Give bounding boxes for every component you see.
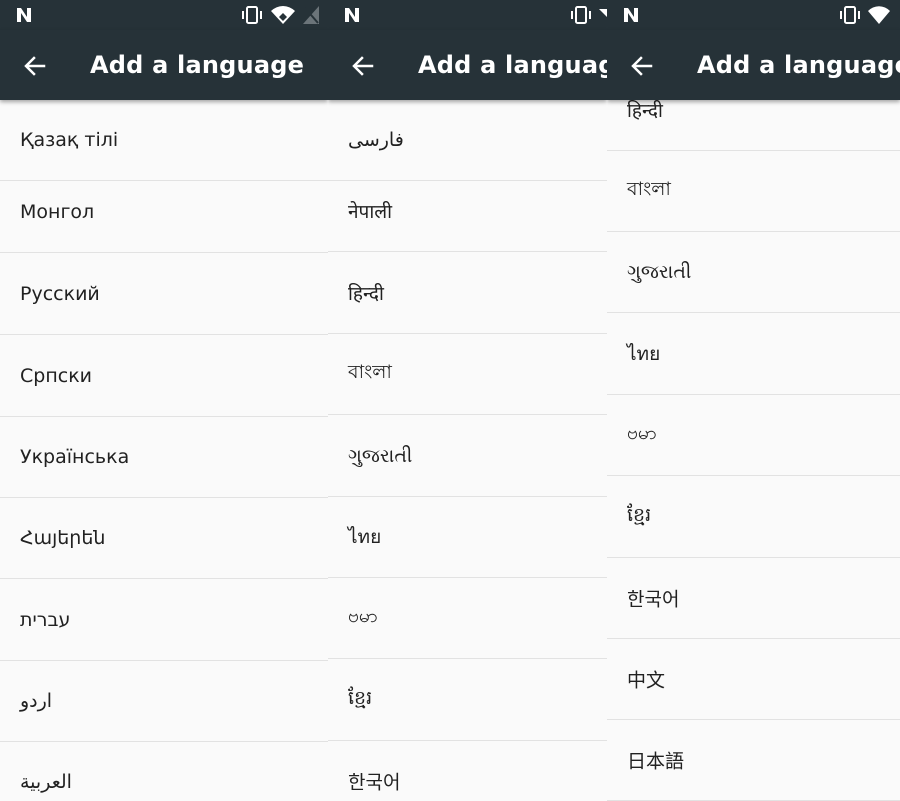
n-notification-icon (17, 8, 31, 22)
language-item[interactable]: ગુજરાતી (328, 416, 607, 497)
language-item[interactable]: ខ្មែរ (607, 477, 900, 558)
status-bar (0, 0, 328, 30)
language-label: עברית (20, 609, 71, 631)
toolbar: Add a language (328, 30, 607, 100)
language-item[interactable]: Українська (0, 417, 328, 498)
language-label: ខ្មែរ (627, 504, 652, 526)
vibrate-icon (840, 6, 860, 24)
language-label: Հայերեն (20, 527, 106, 549)
language-label: Українська (20, 446, 130, 468)
page-title: Add a language (90, 51, 305, 79)
language-label: हिन्दी (627, 100, 663, 122)
vibrate-icon (242, 6, 262, 24)
language-label: اردو (20, 690, 53, 712)
language-item[interactable]: Қазақ тілі (0, 100, 328, 181)
language-item[interactable]: فارسی (328, 100, 607, 181)
wifi-icon (599, 9, 607, 17)
back-arrow-icon[interactable] (348, 51, 378, 81)
back-arrow-icon[interactable] (627, 51, 657, 81)
language-label: ဗမာ (627, 422, 657, 444)
language-label: 日本語 (627, 750, 685, 773)
language-label: हिन्दी (348, 283, 384, 305)
screen-1: Add a language Қазақ тілі Монгол Русский… (0, 0, 328, 801)
language-label: 한국어 (627, 588, 680, 611)
wifi-icon (868, 6, 890, 24)
language-item[interactable]: Русский (0, 254, 328, 335)
language-label: Монгол (20, 201, 95, 223)
language-label: বাংলা (627, 178, 671, 200)
language-item[interactable]: Српски (0, 336, 328, 417)
language-item[interactable]: 한국어 (607, 558, 900, 639)
page-title: Add a language (697, 51, 900, 79)
language-item[interactable]: 日本語 (607, 720, 900, 801)
language-item[interactable]: বাংলা (328, 334, 607, 415)
language-label: ગુજરાતી (348, 445, 413, 467)
language-item[interactable]: ไทย (328, 497, 607, 578)
n-notification-icon (624, 8, 638, 22)
toolbar: Add a language (0, 30, 328, 100)
language-label: Русский (20, 283, 100, 305)
status-bar (607, 0, 900, 30)
language-item[interactable]: 中文 (607, 639, 900, 720)
language-item[interactable]: हिन्दी (328, 253, 607, 334)
language-item[interactable]: اردو (0, 661, 328, 742)
n-notification-icon (345, 8, 359, 22)
language-label: ဗမာ (348, 605, 378, 627)
language-item[interactable]: বাংলা (607, 151, 900, 232)
language-label: नेपाली (348, 201, 393, 223)
language-label: বাংলা (348, 361, 392, 383)
page-title: Add a language (418, 51, 607, 79)
language-item[interactable]: ไทย (607, 314, 900, 395)
language-item[interactable]: ဗမာ (607, 395, 900, 476)
language-label: ไทย (348, 526, 382, 548)
back-arrow-icon[interactable] (20, 51, 50, 81)
language-label: فارسی (348, 129, 404, 151)
wifi-icon (271, 6, 295, 24)
language-label: ગુજરાતી (627, 261, 692, 283)
language-label: Қазақ тілі (20, 129, 119, 151)
language-label: العربية (20, 771, 72, 793)
language-item[interactable]: עברית (0, 580, 328, 661)
language-item[interactable]: ဗမာ (328, 578, 607, 659)
language-label: Српски (20, 365, 93, 387)
toolbar: Add a language (607, 30, 900, 100)
screen-3: Add a language हिन्दी বাংলা ગુજરાતી ไทย … (607, 0, 900, 801)
language-item[interactable]: नेपाली (328, 171, 607, 252)
no-signal-icon (303, 6, 319, 24)
language-item[interactable]: 한국어 (328, 741, 607, 801)
language-label: ខ្មែរ (348, 687, 373, 709)
language-item[interactable]: العربية (0, 742, 328, 801)
language-item[interactable]: Монгол (0, 172, 328, 253)
language-item[interactable]: ខ្មែរ (328, 660, 607, 741)
vibrate-icon (571, 6, 591, 24)
language-label: ไทย (627, 343, 661, 365)
status-bar (328, 0, 607, 30)
language-label: 中文 (627, 669, 666, 692)
language-item[interactable]: Հայերեն (0, 498, 328, 579)
language-item[interactable]: ગુજરાતી (607, 232, 900, 313)
screen-2: Add a language فارسی नेपाली हिन्दी বাংলা… (328, 0, 607, 801)
language-label: 한국어 (348, 771, 401, 794)
